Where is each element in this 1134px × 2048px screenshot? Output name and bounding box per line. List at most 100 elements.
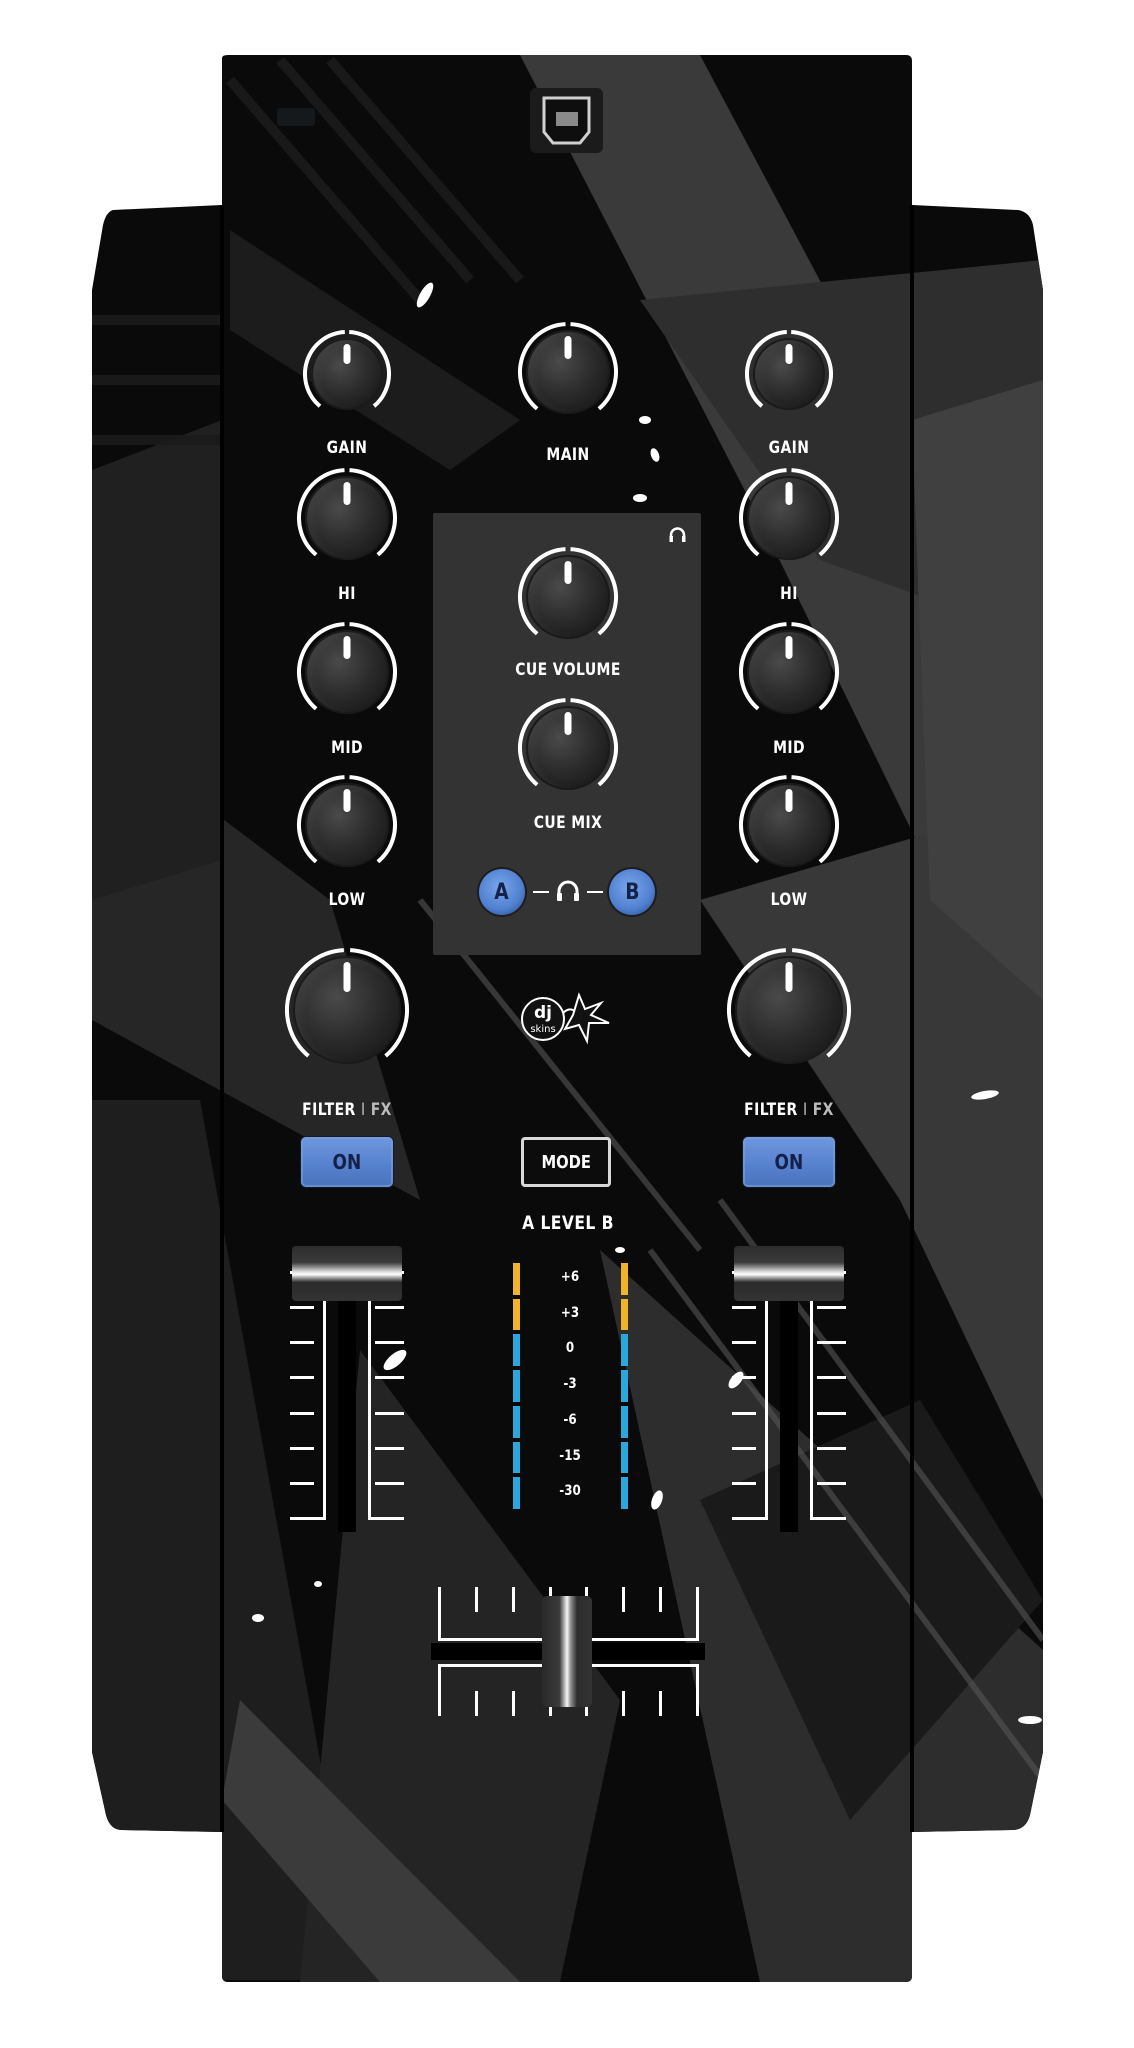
gain-left-label: GAIN: [326, 438, 368, 458]
knob-scale-arc: [518, 547, 618, 636]
channel-fader-left-tick: [290, 1341, 314, 1345]
logo-skins: skins: [530, 1024, 555, 1035]
arc-segment: [745, 330, 787, 408]
meter-b-segment: [621, 1405, 628, 1438]
filter-on-left-button[interactable]: ON: [301, 1137, 393, 1187]
channel-fader-left-cap[interactable]: [292, 1246, 402, 1301]
headphones-icon: [669, 527, 686, 542]
arc-segment: [349, 330, 391, 408]
knob-pointer: [564, 712, 572, 735]
channel-fader-right-tick: [732, 1411, 756, 1415]
channel-fader-right-tick: [817, 1376, 846, 1380]
crossfader-cap[interactable]: [542, 1596, 592, 1707]
mid-left-knob[interactable]: [293, 618, 401, 726]
cue-mix-knob[interactable]: [514, 694, 622, 802]
knob-scale-arc: [303, 330, 391, 408]
cue-a-button[interactable]: A: [479, 869, 525, 915]
main-knob[interactable]: [514, 318, 622, 426]
low-left-knob[interactable]: [293, 771, 401, 879]
meter-a-segment: [513, 1477, 520, 1509]
knob-scale-arc: [297, 468, 397, 557]
arc-segment: [518, 698, 566, 787]
filter-label: FILTER: [744, 1100, 798, 1120]
meter-b-segment: [621, 1370, 628, 1402]
arc-segment: [570, 322, 618, 411]
dj-mixer-skin: GAIN MAIN GAIN HI MID LOW HI MID LOW CUE…: [0, 0, 1134, 2048]
usb-b-port-icon: [530, 88, 603, 153]
arc-segment: [791, 468, 839, 557]
xfader-tick: [659, 1691, 663, 1716]
cue-headphones-icon: [557, 880, 579, 901]
cue-mix-label: CUE MIX: [533, 813, 603, 833]
mid-left-label: MID: [331, 738, 363, 758]
knob-pointer: [564, 336, 572, 359]
channel-fader-right-tick: [732, 1306, 756, 1310]
arc-segment: [285, 948, 344, 1058]
channel-fader-left-tick: [375, 1341, 404, 1345]
arc-segment: [792, 948, 851, 1058]
channel-fader-left-tick: [290, 1411, 314, 1415]
arc-segment: [570, 547, 618, 636]
cue-link-line-right: [587, 891, 603, 893]
xfader-frame-right: [696, 1664, 699, 1716]
hi-left-knob[interactable]: [293, 464, 401, 572]
mode-button[interactable]: MODE: [521, 1137, 611, 1187]
cue-b-label: B: [624, 879, 640, 905]
hi-right-label: HI: [780, 584, 798, 604]
fx-label: FX: [812, 1100, 834, 1120]
channel-fader-left-tick: [375, 1411, 404, 1415]
filter-on-right-button[interactable]: ON: [743, 1137, 835, 1187]
channel-fader-right-tick: [732, 1341, 756, 1345]
knob-pointer: [785, 636, 793, 659]
arc-segment: [297, 775, 345, 864]
channel-fader-left-tick: [290, 1306, 314, 1310]
main-label: MAIN: [546, 445, 590, 465]
channel-fader-right-tick: [817, 1481, 846, 1485]
arc-segment: [739, 468, 787, 557]
arc-segment: [727, 948, 786, 1058]
meter-a-segment: [513, 1298, 520, 1331]
cue-b-button[interactable]: B: [609, 869, 655, 915]
meter-a-segment: [513, 1334, 520, 1367]
mid-right-knob[interactable]: [735, 618, 843, 726]
channel-fader-right-tick: [817, 1341, 846, 1345]
filter-right-knob[interactable]: [723, 944, 855, 1076]
gain-left-knob[interactable]: [299, 326, 395, 422]
knob-pointer: [343, 344, 351, 364]
xfader-tick: [511, 1587, 515, 1612]
channel-fader-right-rail: [765, 1300, 768, 1518]
knob-pointer: [785, 962, 793, 992]
gain-right-knob[interactable]: [741, 326, 837, 422]
hi-right-knob[interactable]: [735, 464, 843, 572]
arc-segment: [349, 622, 397, 711]
meter-b-segment: [621, 1441, 628, 1474]
db-label: 0: [565, 1340, 575, 1357]
knob-scale-arc: [297, 622, 397, 711]
knob-scale-arc: [739, 468, 839, 557]
status-slot: [277, 108, 315, 126]
meter-a-segment: [513, 1263, 520, 1295]
cue-volume-knob[interactable]: [514, 543, 622, 651]
channel-fader-right-cap[interactable]: [734, 1246, 844, 1301]
knob-pointer: [343, 789, 351, 812]
separator: I: [802, 1100, 808, 1120]
db-label: +6: [560, 1269, 580, 1285]
xfader-frame-right: [696, 1587, 699, 1639]
knob-scale-arc: [739, 775, 839, 864]
hi-left-label: HI: [338, 584, 356, 604]
channel-fader-left-tick: [290, 1376, 314, 1380]
arc-segment: [349, 775, 397, 864]
channel-fader-right-tick: [732, 1481, 756, 1485]
gain-right-label: GAIN: [768, 438, 810, 458]
channel-fader-right-tick: [732, 1376, 756, 1380]
channel-fader-left-tick: [290, 1481, 314, 1485]
xfader-frame-left: [438, 1587, 441, 1639]
channel-fader-left-tick: [375, 1481, 404, 1485]
xfader-tick: [622, 1587, 626, 1612]
low-right-knob[interactable]: [735, 771, 843, 879]
filter-left-knob[interactable]: [281, 944, 413, 1076]
meter-b-segment: [621, 1477, 628, 1509]
arc-segment: [297, 468, 345, 557]
cue-a-label: A: [494, 879, 510, 905]
knob-scale-arc: [297, 775, 397, 864]
